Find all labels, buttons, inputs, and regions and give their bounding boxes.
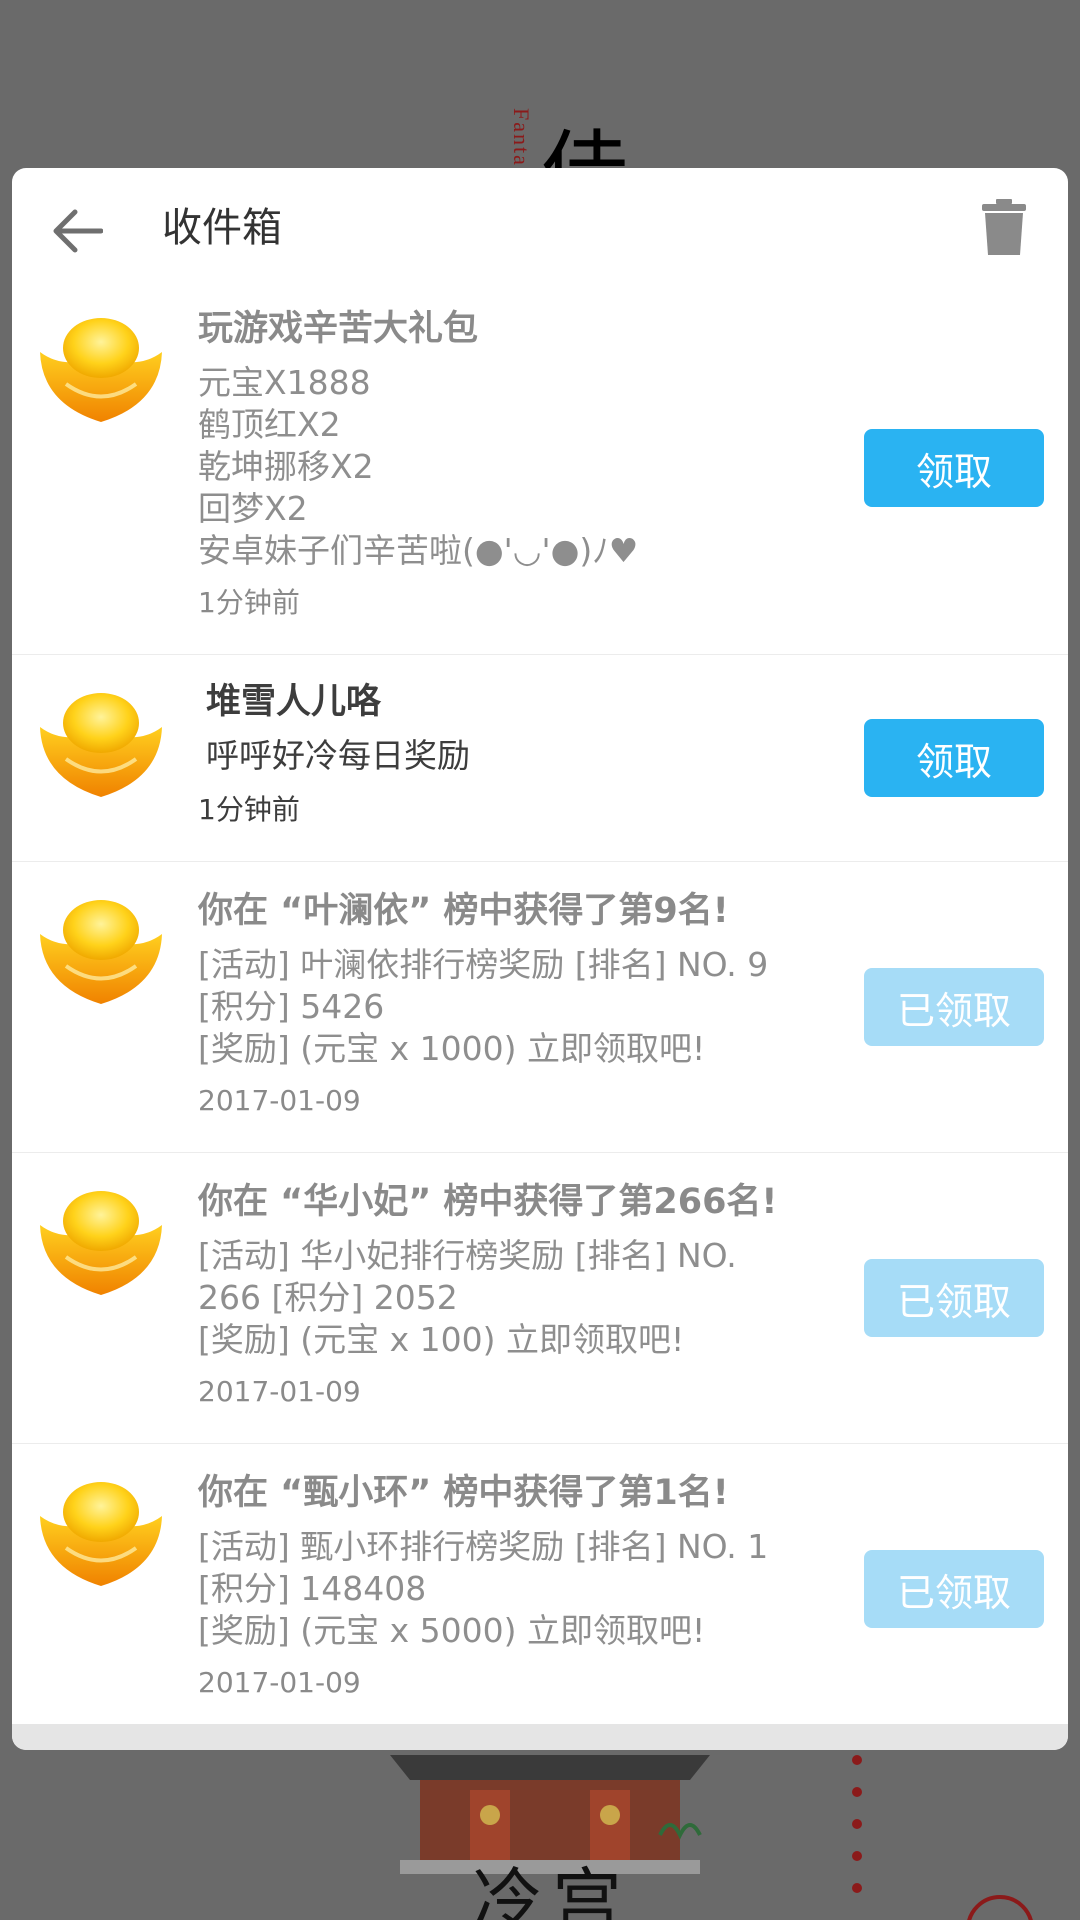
gold-ingot-icon [40, 693, 162, 797]
mail-title: 玩游戏辛苦大礼包 [198, 309, 479, 349]
claim-button[interactable]: 领取 [864, 719, 1044, 797]
mail-item[interactable]: 你在 “叶澜依” 榜中获得了第9名! [活动] 叶澜依排行榜奖励 [排名] NO… [12, 862, 1068, 1153]
claimed-button[interactable]: 已领取 [864, 1550, 1044, 1628]
background-palace-title: 冷宫 [472, 1860, 632, 1920]
mail-title: 你在 “叶澜依” 榜中获得了第9名! [198, 891, 729, 931]
mail-content: 你在 “华小妃” 榜中获得了第266名! [活动] 华小妃排行榜奖励 [排名] … [198, 1177, 798, 1413]
gold-ingot-icon [40, 318, 162, 422]
background-dots [852, 1755, 862, 1893]
list-scroll-footer [12, 1724, 1068, 1750]
gold-ingot-icon [40, 1191, 162, 1295]
mail-time: 1分钟前 [198, 586, 300, 619]
mail-content: 你在 “叶澜依” 榜中获得了第9名! [活动] 叶澜依排行榜奖励 [排名] NO… [198, 886, 798, 1122]
trash-icon [982, 199, 1026, 255]
back-button[interactable] [42, 196, 112, 266]
arrow-left-icon [53, 209, 103, 253]
background-seal [966, 1895, 1034, 1920]
mail-item[interactable]: 堆雪人儿咯 呼呼好冷每日奖励 1分钟前 领取 [12, 655, 1068, 862]
mail-item[interactable]: 你在 “甄小环” 榜中获得了第1名! [活动] 甄小环排行榜奖励 [排名] NO… [12, 1444, 1068, 1729]
mail-content: 玩游戏辛苦大礼包 元宝X1888 鹤顶红X2 乾坤挪移X2 回梦X2 安卓妹子们… [198, 304, 798, 624]
mail-title: 你在 “华小妃” 榜中获得了第266名! [198, 1182, 778, 1222]
dialog-title: 收件箱 [162, 205, 282, 251]
claim-button[interactable]: 领取 [864, 429, 1044, 507]
mail-body: [活动] 甄小环排行榜奖励 [排名] NO. 1 [积分] 148408 [奖励… [198, 1527, 769, 1650]
mail-time: 1分钟前 [198, 793, 300, 826]
gold-ingot-icon [40, 900, 162, 1004]
mail-item[interactable]: 你在 “华小妃” 榜中获得了第266名! [活动] 华小妃排行榜奖励 [排名] … [12, 1153, 1068, 1444]
background-fantasy-text: Fanta [509, 108, 534, 167]
mail-content: 堆雪人儿咯 呼呼好冷每日奖励 [206, 677, 798, 777]
mail-item[interactable]: 玩游戏辛苦大礼包 元宝X1888 鹤顶红X2 乾坤挪移X2 回梦X2 安卓妹子们… [12, 286, 1068, 655]
mail-list: 玩游戏辛苦大礼包 元宝X1888 鹤顶红X2 乾坤挪移X2 回梦X2 安卓妹子们… [12, 286, 1068, 1729]
mail-content: 你在 “甄小环” 榜中获得了第1名! [活动] 甄小环排行榜奖励 [排名] NO… [198, 1468, 798, 1704]
claimed-button[interactable]: 已领取 [864, 1259, 1044, 1337]
dialog-header: 收件箱 [12, 168, 1068, 286]
inbox-dialog: 收件箱 玩游戏辛苦大礼包 元宝X1888 鹤顶红X2 乾坤挪移X2 回梦X2 安… [12, 168, 1068, 1750]
mail-time: 2017-01-09 [198, 1666, 361, 1699]
mail-body: 呼呼好冷每日奖励 [206, 736, 470, 775]
claimed-button[interactable]: 已领取 [864, 968, 1044, 1046]
mail-title: 堆雪人儿咯 [206, 682, 382, 722]
mail-time: 2017-01-09 [198, 1084, 361, 1117]
mail-body: [活动] 叶澜依排行榜奖励 [排名] NO. 9 [积分] 5426 [奖励] … [198, 945, 769, 1068]
mail-time: 2017-01-09 [198, 1375, 361, 1408]
gold-ingot-icon [40, 1482, 162, 1586]
mail-body: 元宝X1888 鹤顶红X2 乾坤挪移X2 回梦X2 安卓妹子们辛苦啦(●'◡'●… [198, 363, 639, 570]
mail-body: [活动] 华小妃排行榜奖励 [排名] NO. 266 [积分] 2052 [奖励… [198, 1236, 737, 1359]
delete-all-button[interactable] [974, 192, 1034, 262]
mail-title: 你在 “甄小环” 榜中获得了第1名! [198, 1473, 729, 1513]
